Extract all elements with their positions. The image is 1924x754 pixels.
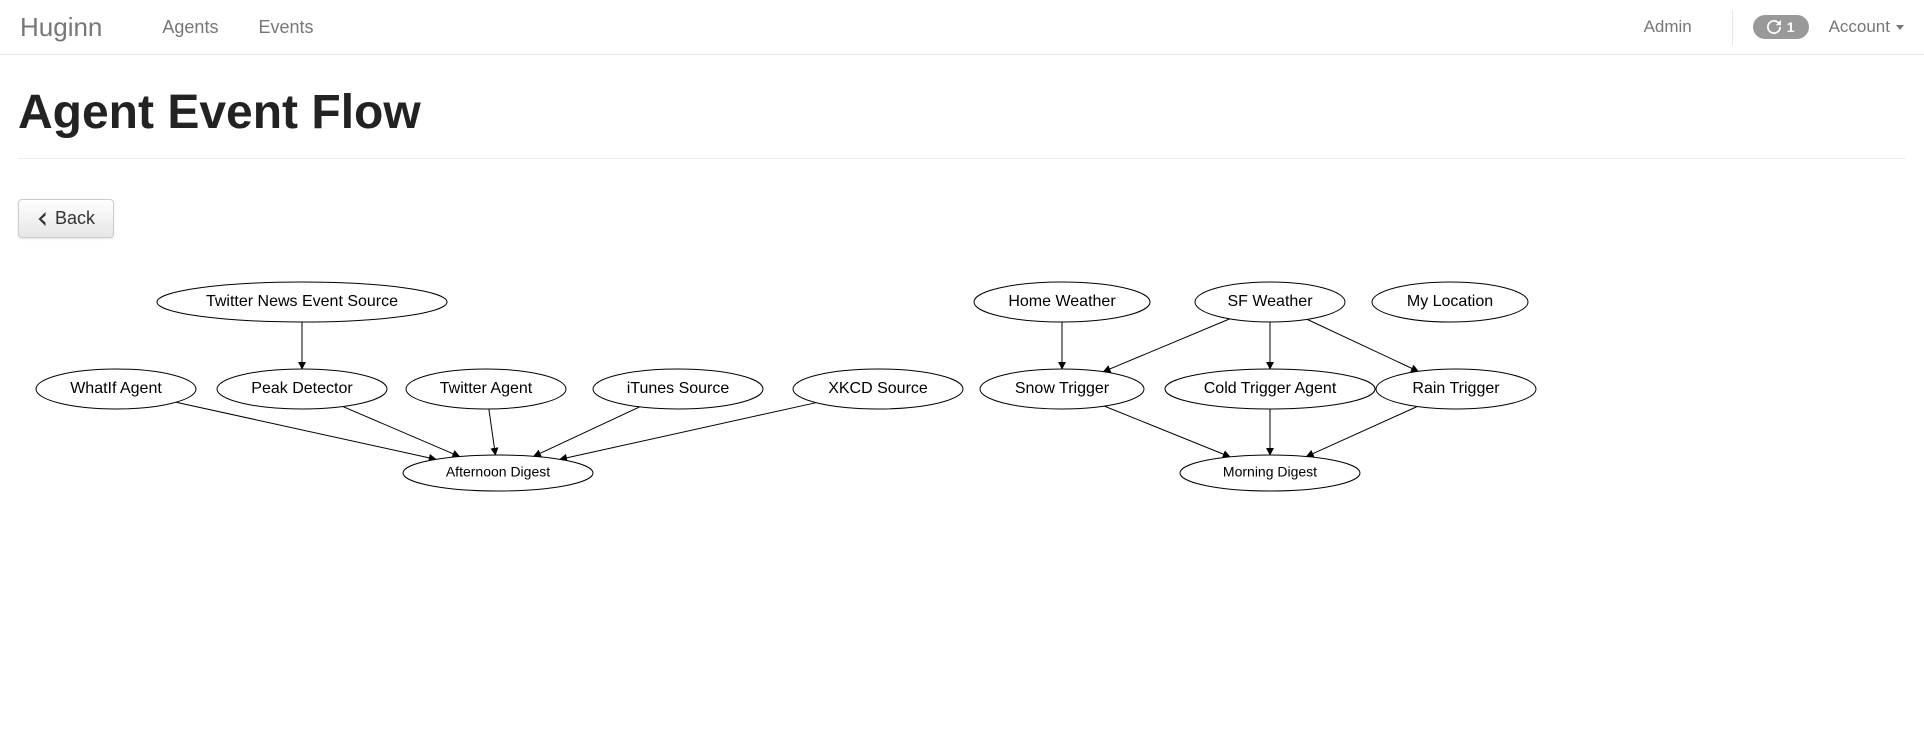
nav-admin[interactable]: Admin (1624, 2, 1712, 52)
agent-node-sf_weather[interactable]: SF Weather (1195, 282, 1345, 322)
nav-left: Agents Events (142, 2, 1623, 53)
agent-node-home_weather[interactable]: Home Weather (974, 282, 1150, 322)
agent-node-whatif[interactable]: WhatIf Agent (36, 369, 196, 409)
account-dropdown[interactable]: Account (1829, 17, 1904, 37)
agent-node-morning[interactable]: Morning Digest (1180, 455, 1360, 491)
back-button[interactable]: Back (18, 199, 114, 238)
brand-logo[interactable]: Huginn (20, 12, 102, 43)
chevron-down-icon (1896, 25, 1904, 30)
flow-edge (560, 403, 816, 460)
chevron-left-icon (37, 212, 47, 226)
jobs-count: 1 (1787, 19, 1795, 35)
jobs-badge[interactable]: 1 (1753, 15, 1809, 39)
flow-edge (489, 409, 496, 455)
back-label: Back (55, 208, 95, 229)
agent-node-itunes[interactable]: iTunes Source (593, 369, 763, 409)
nav-right: Admin 1 Account (1624, 2, 1904, 52)
page-title: Agent Event Flow (18, 85, 1906, 159)
flow-edge (176, 402, 436, 459)
navbar: Huginn Agents Events Admin 1 Account (0, 0, 1924, 55)
nav-divider (1732, 10, 1733, 45)
agent-node-twitter_agent[interactable]: Twitter Agent (406, 369, 566, 409)
flow-edge (1104, 406, 1230, 457)
flow-edge (1103, 319, 1229, 372)
agent-node-xkcd[interactable]: XKCD Source (793, 369, 963, 409)
agent-node-afternoon[interactable]: Afternoon Digest (403, 455, 593, 491)
agent-node-cold[interactable]: Cold Trigger Agent (1165, 369, 1375, 409)
agent-node-my_location[interactable]: My Location (1372, 282, 1528, 322)
agent-node-rain[interactable]: Rain Trigger (1376, 369, 1536, 409)
agent-node-twitter_news[interactable]: Twitter News Event Source (157, 282, 447, 322)
nav-events[interactable]: Events (238, 2, 333, 53)
flow-edge (534, 407, 640, 456)
agent-node-peak[interactable]: Peak Detector (217, 369, 387, 409)
flow-edge (1306, 406, 1417, 456)
main-container: Agent Event Flow Back Twitter News Event… (0, 55, 1924, 551)
refresh-icon (1767, 20, 1781, 34)
flow-edge (1307, 319, 1418, 371)
flow-diagram: Twitter News Event Source WhatIf Agent Pea… (18, 268, 1906, 521)
nav-agents[interactable]: Agents (142, 2, 238, 53)
agent-node-snow[interactable]: Snow Trigger (980, 369, 1144, 409)
flow-edge (343, 407, 460, 457)
account-label: Account (1829, 17, 1890, 37)
